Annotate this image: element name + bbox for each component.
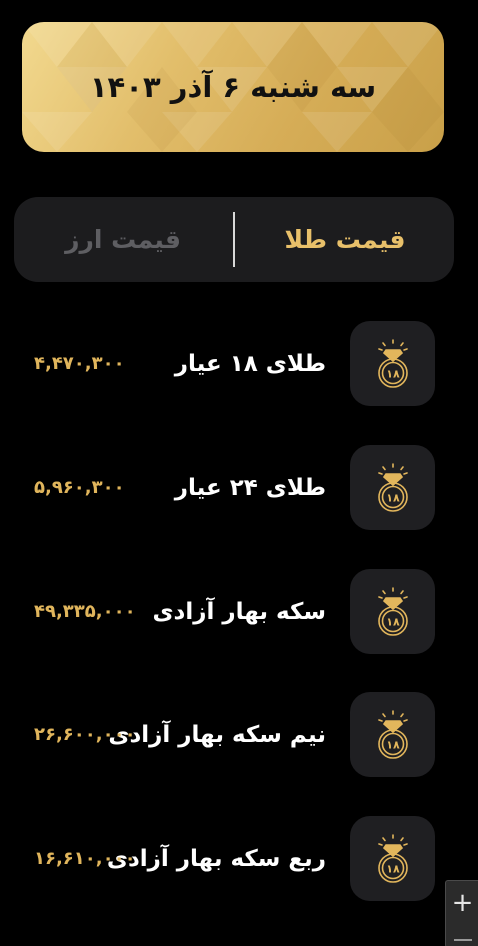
price-row[interactable]: ۱۸ طلای ۱۸ عیار ۴,۴۷۰,۳۰۰ <box>0 321 478 407</box>
item-icon-box: ۱۸ <box>350 692 435 777</box>
item-price: ۱۶,۶۱۰,۰۰۰ <box>34 848 136 869</box>
item-icon-box: ۱۸ <box>350 321 435 406</box>
svg-text:۱۸: ۱۸ <box>386 367 400 380</box>
item-icon-box: ۱۸ <box>350 569 435 654</box>
gold-price-screen: سه شنبه ۶ آذر ۱۴۰۳ قیمت طلا قیمت ارز ۱۸ ط… <box>0 0 478 946</box>
gold-ring-18-icon: ۱۸ <box>377 709 408 759</box>
price-row[interactable]: ۱۸ ربع سکه بهار آزادی ۱۶,۶۱۰,۰۰۰ <box>0 816 478 902</box>
tab-divider <box>233 212 235 267</box>
price-row[interactable]: ۱۸ طلای ۲۴ عیار ۵,۹۶۰,۳۰۰ <box>0 445 478 531</box>
gold-ring-18-icon: ۱۸ <box>377 338 408 388</box>
date-banner: سه شنبه ۶ آذر ۱۴۰۳ <box>22 22 444 152</box>
item-icon-box: ۱۸ <box>350 445 435 530</box>
item-name: نیم سکه بهار آزادی <box>108 721 326 748</box>
price-tabs: قیمت طلا قیمت ارز <box>14 197 454 282</box>
item-price: ۲۶,۶۰۰,۰۰۰ <box>34 724 136 745</box>
gold-ring-18-icon: ۱۸ <box>377 586 408 636</box>
price-row[interactable]: ۱۸ سکه بهار آزادی ۴۹,۳۳۵,۰۰۰ <box>0 569 478 655</box>
price-row[interactable]: ۱۸ نیم سکه بهار آزادی ۲۶,۶۰۰,۰۰۰ <box>0 692 478 778</box>
item-name: ربع سکه بهار آزادی <box>106 845 326 872</box>
tab-gold-price[interactable]: قیمت طلا <box>236 197 454 282</box>
item-price: ۴۹,۳۳۵,۰۰۰ <box>34 601 136 622</box>
svg-text:۱۸: ۱۸ <box>386 862 400 875</box>
item-name: طلای ۲۴ عیار <box>174 474 326 501</box>
svg-text:۱۸: ۱۸ <box>386 491 400 504</box>
tab-currency-price[interactable]: قیمت ارز <box>14 197 232 282</box>
zoom-in-button[interactable]: + <box>446 885 478 921</box>
date-label: سه شنبه ۶ آذر ۱۴۰۳ <box>89 70 377 104</box>
item-price: ۴,۴۷۰,۳۰۰ <box>34 353 125 374</box>
item-icon-box: ۱۸ <box>350 816 435 901</box>
zoom-out-button[interactable] <box>454 939 472 941</box>
svg-text:۱۸: ۱۸ <box>386 738 400 751</box>
item-name: طلای ۱۸ عیار <box>174 350 326 377</box>
svg-text:۱۸: ۱۸ <box>386 615 400 628</box>
item-price: ۵,۹۶۰,۳۰۰ <box>34 477 125 498</box>
zoom-control[interactable]: + <box>445 880 478 946</box>
gold-ring-18-icon: ۱۸ <box>377 462 408 512</box>
item-name: سکه بهار آزادی <box>152 598 326 625</box>
gold-ring-18-icon: ۱۸ <box>377 833 408 883</box>
